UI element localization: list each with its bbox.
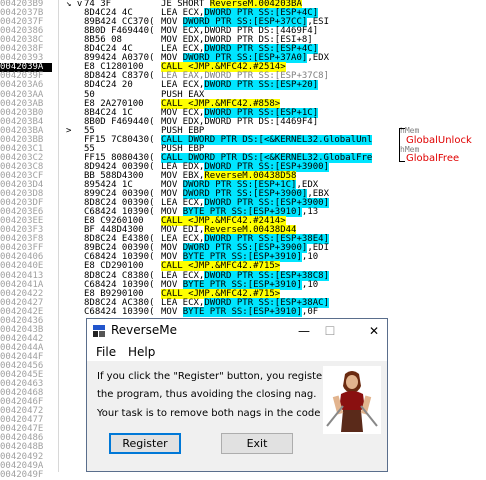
column-separator bbox=[58, 0, 59, 472]
instruction-segment: ,10 bbox=[301, 252, 319, 263]
maximize-button[interactable]: ☐ bbox=[317, 319, 343, 343]
app-icon bbox=[93, 325, 105, 337]
instruction-segment: ,13 bbox=[301, 207, 319, 218]
minimize-button[interactable]: — bbox=[291, 319, 317, 343]
instruction-segment: ,0F bbox=[301, 306, 319, 317]
menu-file[interactable]: File bbox=[96, 345, 116, 359]
message-line-2: the program, thus avoiding the closing n… bbox=[97, 389, 317, 400]
instruction-segment: DWORD PTR SS:[ESP+20] bbox=[204, 80, 319, 91]
exit-button[interactable]: Exit bbox=[221, 433, 293, 454]
jump-arrow: > bbox=[66, 125, 72, 136]
instruction-segment: ,10 bbox=[301, 279, 319, 290]
message-line-1: If you click the "Register" button, you … bbox=[97, 371, 327, 382]
instruction-segment: ,EDX bbox=[307, 53, 329, 64]
jump-arrow: ↘ v bbox=[66, 0, 83, 9]
row-disassembly: MOV BYTE PTR SS:[ESP+3910],0F bbox=[161, 306, 319, 317]
close-button[interactable]: ✕ bbox=[361, 319, 387, 343]
title-bar[interactable]: ReverseMe — ☐ ✕ bbox=[87, 319, 387, 343]
reverseme-dialog: ReverseMe — ☐ ✕ File Help If you click t… bbox=[86, 318, 388, 472]
comment-bracket bbox=[399, 128, 405, 162]
menu-help[interactable]: Help bbox=[128, 345, 155, 359]
message-line-3: Your task is to remove both nags in the … bbox=[97, 408, 336, 419]
comment-global-free: GlobalFree bbox=[406, 153, 460, 164]
row-hex-bytes: C68424 10390( bbox=[84, 306, 155, 317]
register-button[interactable]: Register bbox=[109, 433, 181, 454]
character-picture bbox=[323, 366, 381, 434]
dialog-content: If you click the "Register" button, you … bbox=[87, 363, 387, 471]
instruction-segment: BYTE PTR SS:[ESP+3910] bbox=[182, 306, 302, 317]
disasm-row[interactable]: 0042042E C68424 10390(MOV BYTE PTR SS:[ES… bbox=[0, 306, 486, 317]
instruction-segment: PUSH EAX bbox=[161, 89, 205, 100]
disasm-row[interactable]: 004203A6 8D4C24 20 LEA ECX,DWORD PTR SS:[E… bbox=[0, 80, 486, 91]
dialog-title: ReverseMe bbox=[111, 323, 177, 337]
menu-bar: File Help bbox=[87, 343, 387, 361]
instruction-segment: MOV bbox=[161, 306, 183, 317]
